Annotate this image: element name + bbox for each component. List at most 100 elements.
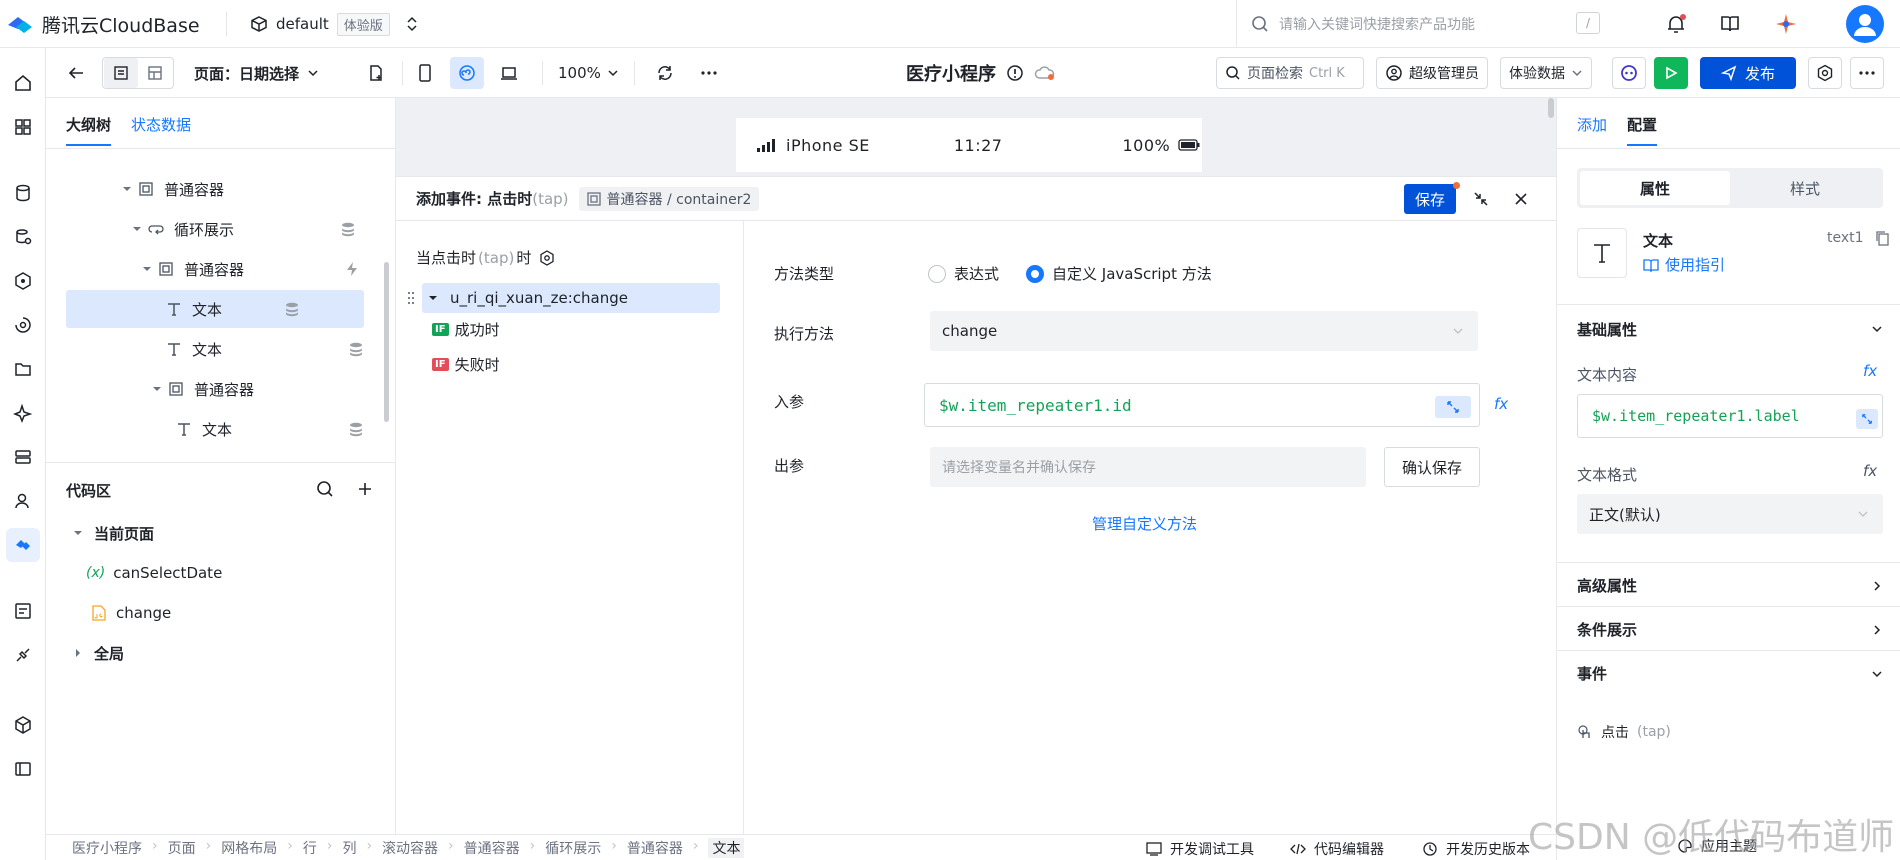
section-events[interactable]: 事件: [1557, 650, 1900, 696]
storage-icon[interactable]: [6, 440, 40, 474]
hexagon-icon[interactable]: [6, 264, 40, 298]
output-param-input[interactable]: 请选择变量名并确认保存: [930, 447, 1366, 487]
manage-methods-link[interactable]: 管理自定义方法: [1092, 513, 1197, 534]
search-icon[interactable]: [314, 478, 336, 500]
crumb-item[interactable]: 列: [342, 838, 356, 858]
back-arrow-icon[interactable]: [60, 57, 92, 89]
expand-icon[interactable]: [1435, 396, 1471, 418]
tree-node-container[interactable]: 普通容器: [150, 370, 362, 408]
fx-icon[interactable]: fx: [1863, 462, 1877, 480]
add-icon[interactable]: [354, 478, 376, 500]
history-button[interactable]: 开发历史版本: [1422, 839, 1530, 859]
success-branch[interactable]: IF 成功时: [432, 319, 500, 340]
global-search[interactable]: 请输入关键词快捷搜索产品功能 /: [1236, 0, 1616, 48]
tab-add[interactable]: 添加: [1577, 114, 1607, 146]
copy-icon[interactable]: [1875, 230, 1889, 246]
tree-node-container[interactable]: 普通容器: [120, 170, 350, 208]
refresh-icon[interactable]: [648, 57, 682, 89]
expand-icon[interactable]: [1856, 409, 1878, 429]
tab-state-data[interactable]: 状态数据: [131, 114, 191, 146]
folder-icon[interactable]: [6, 352, 40, 386]
apps-icon[interactable]: [6, 110, 40, 144]
page-search-button[interactable]: 页面检索 Ctrl K: [1216, 57, 1364, 89]
crumb-item[interactable]: 普通容器: [627, 838, 683, 858]
section-basic-props[interactable]: 基础属性: [1557, 304, 1900, 354]
tab-outline[interactable]: 大纲树: [66, 114, 112, 146]
event-tap-item[interactable]: 点击 (tap): [1577, 722, 1671, 742]
code-group-global[interactable]: 全局: [70, 634, 370, 672]
data-mode-select[interactable]: 体验数据: [1500, 57, 1592, 89]
section-conditional[interactable]: 条件展示: [1557, 606, 1900, 652]
tree-node-container[interactable]: 普通容器: [140, 250, 360, 288]
more-icon[interactable]: [1850, 57, 1884, 89]
code-item-variable[interactable]: (x) canSelectDate: [86, 554, 366, 592]
radio-custom-js[interactable]: 自定义 JavaScript 方法: [1026, 263, 1212, 284]
settings-icon[interactable]: [1808, 57, 1842, 89]
usage-guide-link[interactable]: 使用指引: [1643, 254, 1725, 275]
crumb-item[interactable]: 页面: [168, 838, 196, 858]
env-switcher[interactable]: default 体验版: [250, 8, 418, 40]
seg-properties[interactable]: 属性: [1580, 171, 1730, 205]
tree-node-text[interactable]: 文本: [172, 410, 362, 448]
collapse-icon[interactable]: [1470, 188, 1492, 210]
tree-node-text[interactable]: 文本: [162, 330, 362, 368]
tree-scrollbar[interactable]: [384, 262, 389, 422]
tab-config[interactable]: 配置: [1627, 114, 1658, 146]
code-editor-button[interactable]: 代码编辑器: [1290, 839, 1384, 859]
drag-handle-icon[interactable]: [406, 289, 416, 307]
radio-expression[interactable]: 表达式: [928, 263, 999, 284]
more-icon[interactable]: [692, 57, 726, 89]
zoom-selector[interactable]: 100%: [558, 57, 619, 89]
updown-chevron-icon[interactable]: [406, 16, 418, 32]
bell-icon[interactable]: [1660, 8, 1692, 40]
workflow-icon[interactable]: [6, 308, 40, 342]
role-button[interactable]: 超级管理员: [1376, 57, 1488, 89]
page-selector[interactable]: 页面：日期选择: [194, 57, 319, 89]
ai-spark-icon[interactable]: [6, 396, 40, 430]
code-item-function[interactable]: change: [90, 594, 370, 632]
devtools-button[interactable]: 开发调试工具: [1146, 839, 1254, 859]
collapse-sidebar-icon[interactable]: [6, 752, 40, 786]
crumb-item[interactable]: 行: [303, 838, 317, 858]
fx-icon[interactable]: fx: [1863, 362, 1877, 380]
settings-cube-icon[interactable]: [6, 708, 40, 742]
close-icon[interactable]: [1510, 188, 1532, 210]
crumb-item[interactable]: 医疗小程序: [72, 838, 142, 858]
desktop-view-icon[interactable]: [492, 57, 526, 89]
crumb-item[interactable]: 普通容器: [464, 838, 520, 858]
crumb-item[interactable]: 滚动容器: [382, 838, 438, 858]
crumb-item[interactable]: 网格布局: [221, 838, 277, 858]
input-param-field[interactable]: $w.item_repeater1.id: [924, 383, 1480, 427]
user-icon[interactable]: [6, 484, 40, 518]
database-icon[interactable]: [6, 176, 40, 210]
spark-app-icon[interactable]: [1770, 8, 1802, 40]
crumb-item-current[interactable]: 文本: [708, 837, 745, 858]
run-button[interactable]: [1654, 57, 1688, 89]
settings-gear-icon[interactable]: [539, 249, 555, 266]
tree-node-loop[interactable]: 循环展示: [130, 210, 360, 248]
section-advanced-props[interactable]: 高级属性: [1557, 562, 1900, 608]
plugin-icon[interactable]: [6, 638, 40, 672]
exec-method-select[interactable]: change: [930, 311, 1478, 351]
tree-node-text-selected[interactable]: 文本: [66, 290, 364, 328]
text-content-field[interactable]: $w.item_repeater1.label: [1577, 394, 1883, 438]
fx-icon[interactable]: fx: [1494, 395, 1508, 413]
layout-icon[interactable]: [138, 58, 172, 88]
book-icon[interactable]: [1714, 8, 1746, 40]
canvas-scrollbar[interactable]: [1548, 98, 1554, 118]
action-item[interactable]: u_ri_qi_xuan_ze:change: [422, 283, 720, 313]
seg-style[interactable]: 样式: [1730, 171, 1880, 205]
text-format-select[interactable]: 正文(默认): [1577, 494, 1883, 534]
brand[interactable]: 腾讯云CloudBase: [6, 8, 200, 40]
cloud-sync-icon[interactable]: [1034, 64, 1056, 82]
report-icon[interactable]: [6, 594, 40, 628]
user-avatar[interactable]: [1846, 5, 1884, 43]
add-page-icon[interactable]: [360, 57, 392, 89]
info-icon[interactable]: [1006, 64, 1024, 82]
fail-branch[interactable]: IF 失败时: [432, 354, 500, 375]
ai-assistant-icon[interactable]: [1612, 57, 1646, 89]
data-model-icon[interactable]: [6, 220, 40, 254]
miniprogram-view-icon[interactable]: [450, 57, 484, 89]
event-save-button[interactable]: 保存: [1404, 184, 1456, 214]
mobile-view-icon[interactable]: [408, 57, 442, 89]
